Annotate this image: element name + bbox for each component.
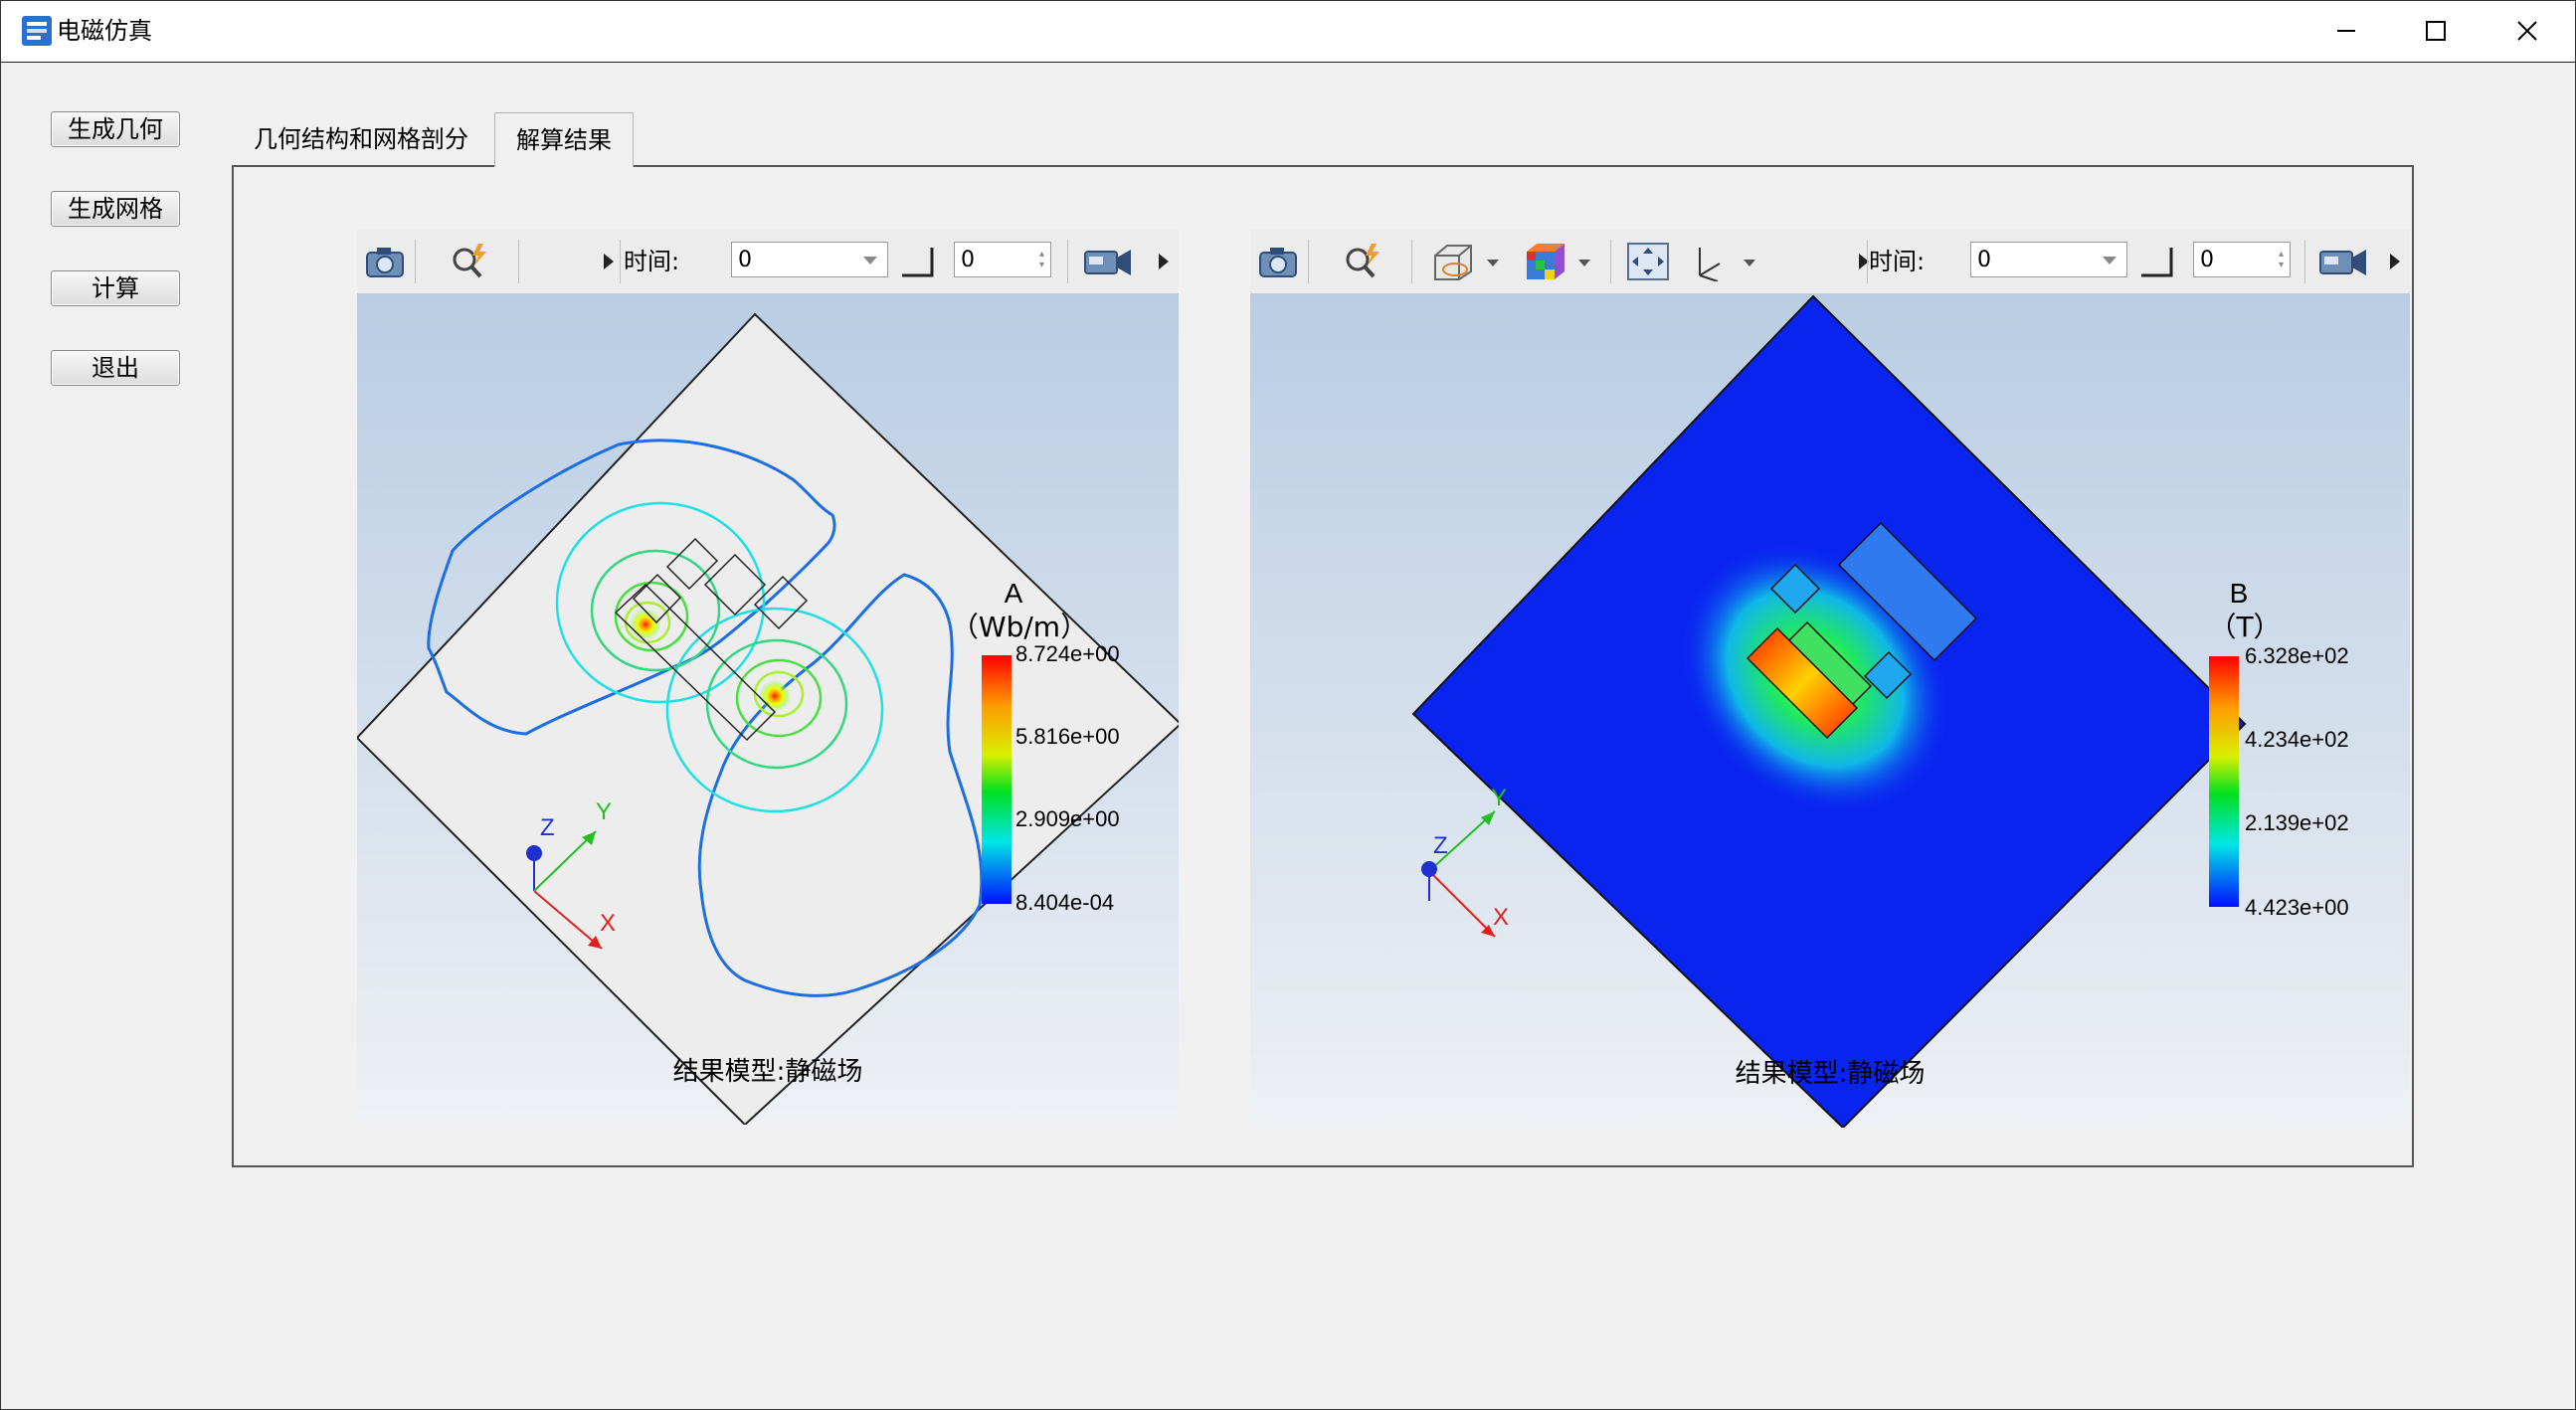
color-cube-icon[interactable] bbox=[1523, 242, 1596, 281]
camera-icon[interactable] bbox=[1256, 242, 1300, 281]
minimize-icon bbox=[2337, 30, 2355, 32]
flux-density-viewer: 时间: 0 0 ▴ ▾ Z Y X B （T） 6.328e+02 4.234e… bbox=[1250, 230, 2410, 1128]
time-select-value: 0 bbox=[738, 248, 752, 272]
potential-hotspot bbox=[630, 609, 661, 640]
legend-tick: 6.328e+02 bbox=[2245, 643, 2349, 668]
toolbar-handle-icon[interactable] bbox=[602, 242, 616, 281]
plot-caption: 结果模型:静磁场 bbox=[1736, 1059, 1926, 1089]
spin-arrows-icon[interactable]: ▴ ▾ bbox=[1039, 249, 1044, 270]
time-label: 时间: bbox=[624, 248, 680, 275]
close-button[interactable] bbox=[2482, 1, 2573, 61]
fit-view-icon[interactable] bbox=[1626, 242, 1670, 281]
y-axis-label: Y bbox=[596, 798, 612, 825]
legend-title: A bbox=[1005, 578, 1023, 609]
legend-unit: （T） bbox=[2208, 611, 2281, 643]
toolbar-separator bbox=[2304, 240, 2305, 283]
cube-view-icon[interactable] bbox=[1429, 242, 1503, 281]
axes-icon[interactable] bbox=[1688, 242, 1761, 281]
z-axis-label: Z bbox=[540, 814, 555, 841]
plot-caption: 结果模型:静磁场 bbox=[673, 1057, 863, 1087]
chevron-down-icon bbox=[2103, 257, 2116, 264]
y-axis-label: Y bbox=[1491, 785, 1507, 811]
x-axis-label: X bbox=[600, 910, 616, 937]
toolbar-separator bbox=[1867, 240, 1868, 283]
legend-tick: 5.816e+00 bbox=[1015, 724, 1120, 749]
zoom-icon[interactable] bbox=[449, 242, 492, 281]
video-camera-icon[interactable] bbox=[2316, 242, 2370, 281]
legend-tick: 2.139e+02 bbox=[2245, 810, 2349, 835]
toolbar-separator bbox=[620, 240, 621, 283]
step-icon bbox=[902, 248, 934, 277]
legend-tick: 2.909e+00 bbox=[1015, 806, 1120, 831]
time-label: 时间: bbox=[1869, 248, 1926, 275]
legend-tick: 8.404e-04 bbox=[1015, 890, 1114, 915]
time-select-value: 0 bbox=[1977, 248, 1991, 272]
chevron-down-icon bbox=[863, 257, 877, 264]
legend-tick: 4.234e+02 bbox=[2245, 727, 2349, 752]
legend-title: B bbox=[2230, 578, 2249, 609]
step-spinbox[interactable]: 0 ▴ ▾ bbox=[954, 242, 1051, 277]
results-tab-pane: 时间: 0 0 ▴ ▾ Z Y X A （Wb/m） 8.724e+00 5.8… bbox=[232, 165, 2414, 1167]
step-icon bbox=[2141, 248, 2173, 277]
viewer-toolbar: 时间: 0 0 ▴ ▾ bbox=[1250, 230, 2410, 294]
minimize-button[interactable] bbox=[2300, 1, 2392, 61]
title-bar: 电磁仿真 bbox=[1, 1, 2575, 63]
time-select[interactable]: 0 bbox=[731, 242, 888, 277]
x-axis-label: X bbox=[1493, 904, 1509, 931]
maximize-button[interactable] bbox=[2390, 1, 2482, 61]
step-spinbox-value: 0 bbox=[2200, 248, 2214, 272]
toolbar-handle-icon[interactable] bbox=[2386, 242, 2404, 281]
toolbar-separator bbox=[1067, 240, 1068, 283]
zoom-icon[interactable] bbox=[1342, 242, 1385, 281]
time-select[interactable]: 0 bbox=[1970, 242, 2127, 277]
toolbar-separator bbox=[1308, 240, 1309, 283]
toolbar-handle-icon[interactable] bbox=[1155, 242, 1173, 281]
app-icon bbox=[22, 16, 52, 46]
legend-unit: （Wb/m） bbox=[951, 611, 1088, 643]
vector-potential-viewer: 时间: 0 0 ▴ ▾ Z Y X A （Wb/m） 8.724e+00 5.8… bbox=[357, 230, 1179, 1125]
generate-geometry-button[interactable]: 生成几何 bbox=[51, 111, 180, 147]
generate-mesh-button[interactable]: 生成网格 bbox=[51, 191, 180, 227]
z-axis-label: Z bbox=[1433, 832, 1448, 859]
potential-hotspot bbox=[759, 680, 791, 712]
tab-results[interactable]: 解算结果 bbox=[494, 112, 634, 167]
step-spinbox-value: 0 bbox=[961, 248, 975, 272]
toolbar-separator bbox=[1610, 240, 1611, 283]
viewer-toolbar: 时间: 0 0 ▴ ▾ bbox=[357, 230, 1179, 294]
legend-tick: 8.724e+00 bbox=[1015, 641, 1120, 666]
toolbar-separator bbox=[518, 240, 519, 283]
colorbar bbox=[2209, 656, 2239, 907]
maximize-icon bbox=[2426, 21, 2446, 41]
compute-button[interactable]: 计算 bbox=[51, 270, 180, 306]
tab-geometry-mesh[interactable]: 几何结构和网格剖分 bbox=[240, 112, 482, 166]
toolbar-separator bbox=[415, 240, 416, 283]
vector-potential-plot[interactable]: Z Y X A （Wb/m） 8.724e+00 5.816e+00 2.909… bbox=[357, 294, 1179, 1125]
step-spinbox[interactable]: 0 ▴ ▾ bbox=[2193, 242, 2291, 277]
colorbar bbox=[982, 655, 1012, 904]
camera-icon[interactable] bbox=[363, 242, 407, 281]
close-icon bbox=[2517, 21, 2537, 41]
window-title: 电磁仿真 bbox=[57, 17, 152, 45]
legend-tick: 4.423e+00 bbox=[2245, 895, 2349, 920]
toolbar-separator bbox=[1411, 240, 1412, 283]
app-window: 电磁仿真 生成几何 生成网格 计算 退出 几何结构和网格剖分 解算结果 时间: … bbox=[0, 0, 2576, 1410]
spin-arrows-icon[interactable]: ▴ ▾ bbox=[2279, 249, 2284, 270]
video-camera-icon[interactable] bbox=[1081, 242, 1135, 281]
flux-density-plot[interactable]: Z Y X B （T） 6.328e+02 4.234e+02 2.139e+0… bbox=[1250, 294, 2410, 1128]
exit-button[interactable]: 退出 bbox=[51, 350, 180, 386]
